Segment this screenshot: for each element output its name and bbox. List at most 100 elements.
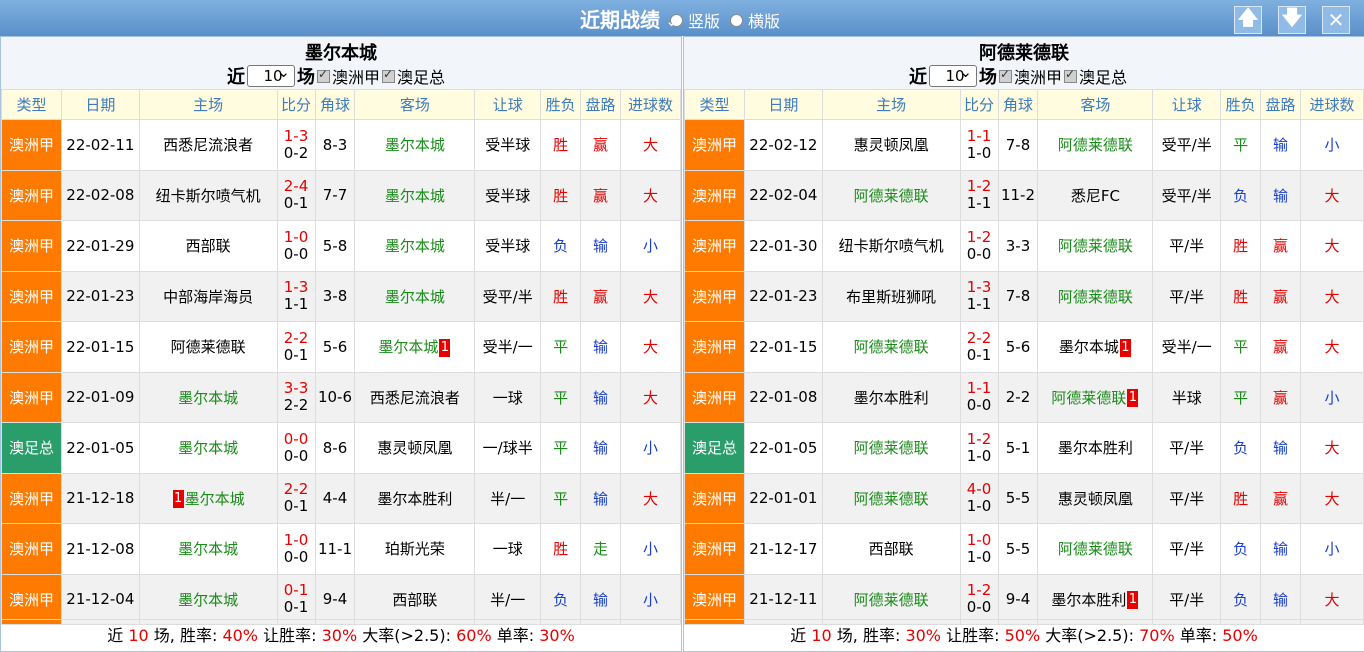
full-time-score[interactable]: 1-3 [278, 127, 315, 145]
home-team-name[interactable]: 惠灵顿凤凰 [854, 136, 929, 154]
full-time-score[interactable]: 4-0 [961, 480, 998, 498]
home-team-name[interactable]: 墨尔本胜利 [854, 389, 929, 407]
league-type-cell[interactable]: 澳洲甲 [684, 321, 745, 373]
away-team-cell[interactable]: 阿德莱德联 [1037, 270, 1154, 322]
away-team-cell[interactable]: 悉尼FC [1037, 169, 1154, 221]
league-type-cell[interactable]: 澳洲甲 [1, 472, 62, 524]
away-team-cell[interactable]: 墨尔本城 1 [1037, 321, 1154, 373]
full-time-score[interactable]: 1-3 [278, 278, 315, 296]
away-team-cell[interactable]: 墨尔本胜利 [1037, 422, 1154, 474]
score-cell[interactable]: 0-1 0-1 [276, 573, 316, 625]
score-cell[interactable]: 2-2 0-1 [276, 321, 316, 373]
away-team-cell[interactable]: 西悉尼流浪者 [354, 371, 476, 423]
column-header[interactable]: 盘路 [1260, 89, 1302, 120]
full-time-score[interactable]: 1-2 [961, 228, 998, 246]
league-type-cell[interactable]: 澳洲甲 [1, 270, 62, 322]
filter-checkbox-1[interactable] [317, 67, 330, 83]
home-team-cell[interactable]: 西部联 [138, 220, 278, 272]
away-team-cell[interactable]: 墨尔本城 [354, 220, 476, 272]
away-team-cell[interactable]: 珀斯光荣 [354, 523, 476, 575]
league-type-cell[interactable]: 澳洲甲 [684, 220, 745, 272]
full-time-score[interactable]: 1-0 [278, 228, 315, 246]
full-time-score[interactable]: 1-2 [961, 430, 998, 448]
score-cell[interactable]: 1-2 1-1 [959, 169, 999, 221]
home-team-cell[interactable]: 西部联 [821, 523, 961, 575]
away-team-cell[interactable]: 墨尔本城 [354, 169, 476, 221]
score-cell[interactable]: 2-2 0-1 [959, 321, 999, 373]
radio-horizontal-dot[interactable] [730, 13, 743, 27]
away-team-name[interactable]: 墨尔本城 [385, 288, 445, 306]
league-type-cell[interactable]: 澳洲甲 [684, 523, 745, 575]
away-team-name[interactable]: 墨尔本城 [385, 237, 445, 255]
full-time-score[interactable]: 2-2 [961, 329, 998, 347]
close-icon[interactable]: ✕ [1322, 6, 1350, 34]
score-cell[interactable]: 3-3 2-2 [276, 371, 316, 423]
recent-count-select[interactable]: 10 [247, 62, 295, 87]
full-time-score[interactable]: 1-3 [961, 278, 998, 296]
column-header[interactable]: 比分 [276, 89, 316, 120]
column-header[interactable]: 日期 [743, 89, 823, 120]
home-team-name[interactable]: 阿德莱德联 [854, 591, 929, 609]
home-team-cell[interactable]: 墨尔本城 [138, 422, 278, 474]
radio-horizontal[interactable]: 横版 [730, 8, 780, 32]
full-time-score[interactable]: 2-2 [278, 480, 315, 498]
score-cell[interactable]: 2-4 0-1 [276, 169, 316, 221]
home-team-cell[interactable]: 墨尔本城 [138, 523, 278, 575]
home-team-name[interactable]: 阿德莱德联 [854, 439, 929, 457]
home-team-cell[interactable]: 阿德莱德联 [821, 573, 961, 625]
away-team-cell[interactable]: 墨尔本城 [354, 119, 476, 171]
column-header[interactable]: 类型 [1, 89, 62, 120]
away-team-name[interactable]: 珀斯光荣 [385, 540, 445, 558]
home-team-cell[interactable]: 西悉尼流浪者 [138, 119, 278, 171]
column-header[interactable]: 客场 [354, 89, 476, 120]
home-team-name[interactable]: 墨尔本城 [178, 439, 238, 457]
league-type-cell[interactable]: 澳洲甲 [1, 321, 62, 373]
home-team-cell[interactable]: 阿德莱德联 [821, 169, 961, 221]
full-time-score[interactable]: 1-0 [961, 531, 998, 549]
full-time-score[interactable]: 1-0 [278, 531, 315, 549]
away-team-name[interactable]: 阿德莱德联 [1058, 540, 1133, 558]
home-team-name[interactable]: 阿德莱德联 [854, 187, 929, 205]
column-header[interactable]: 角球 [997, 89, 1039, 120]
away-team-name[interactable]: 墨尔本城 [378, 338, 438, 356]
column-header[interactable]: 日期 [60, 89, 140, 120]
radio-vertical[interactable]: 竖版 [665, 8, 720, 32]
home-team-name[interactable]: 西悉尼流浪者 [163, 136, 253, 154]
column-header[interactable]: 进球数 [1300, 89, 1364, 120]
home-team-cell[interactable]: 墨尔本城 [138, 371, 278, 423]
away-team-name[interactable]: 墨尔本城 [385, 187, 445, 205]
league-type-cell[interactable]: 澳洲甲 [684, 371, 745, 423]
away-team-name[interactable]: 墨尔本胜利 [377, 490, 452, 508]
column-header[interactable]: 客场 [1037, 89, 1154, 120]
score-cell[interactable]: 1-0 1-0 [959, 523, 999, 575]
away-team-name[interactable]: 墨尔本城 [1059, 338, 1119, 356]
home-team-cell[interactable]: 阿德莱德联 [821, 422, 961, 474]
home-team-name[interactable]: 纽卡斯尔喷气机 [839, 237, 944, 255]
column-header[interactable]: 让球 [474, 89, 542, 120]
league-type-cell[interactable]: 澳洲甲 [684, 119, 745, 171]
column-header[interactable]: 胜负 [1220, 89, 1262, 120]
full-time-score[interactable]: 1-2 [961, 581, 998, 599]
full-time-score[interactable]: 0-0 [278, 430, 315, 448]
home-team-name[interactable]: 西部联 [186, 237, 231, 255]
away-team-cell[interactable]: 惠灵顿凤凰 [1037, 472, 1154, 524]
home-team-name[interactable]: 墨尔本城 [178, 591, 238, 609]
league-type-cell[interactable]: 澳足总 [1, 422, 62, 474]
home-team-name[interactable]: 阿德莱德联 [854, 338, 929, 356]
away-team-name[interactable]: 墨尔本城 [385, 136, 445, 154]
league-type-cell[interactable]: 澳洲甲 [684, 169, 745, 221]
away-team-name[interactable]: 悉尼FC [1071, 187, 1120, 205]
score-cell[interactable]: 1-1 1-0 [959, 119, 999, 171]
home-team-name[interactable]: 阿德莱德联 [854, 490, 929, 508]
full-time-score[interactable]: 1-2 [961, 177, 998, 195]
home-team-cell[interactable]: 纽卡斯尔喷气机 [138, 169, 278, 221]
league-type-cell[interactable]: 澳洲甲 [684, 472, 745, 524]
column-header[interactable]: 类型 [684, 89, 745, 120]
away-team-name[interactable]: 墨尔本胜利 [1051, 591, 1126, 609]
away-team-cell[interactable]: 阿德莱德联 [1037, 220, 1154, 272]
up-arrow-icon[interactable]: 🡅 [1234, 5, 1262, 34]
score-cell[interactable]: 1-2 0-0 [959, 220, 999, 272]
home-team-name[interactable]: 中部海岸海员 [163, 288, 253, 306]
league-type-cell[interactable]: 澳洲甲 [1, 523, 62, 575]
away-team-name[interactable]: 阿德莱德联 [1051, 389, 1126, 407]
